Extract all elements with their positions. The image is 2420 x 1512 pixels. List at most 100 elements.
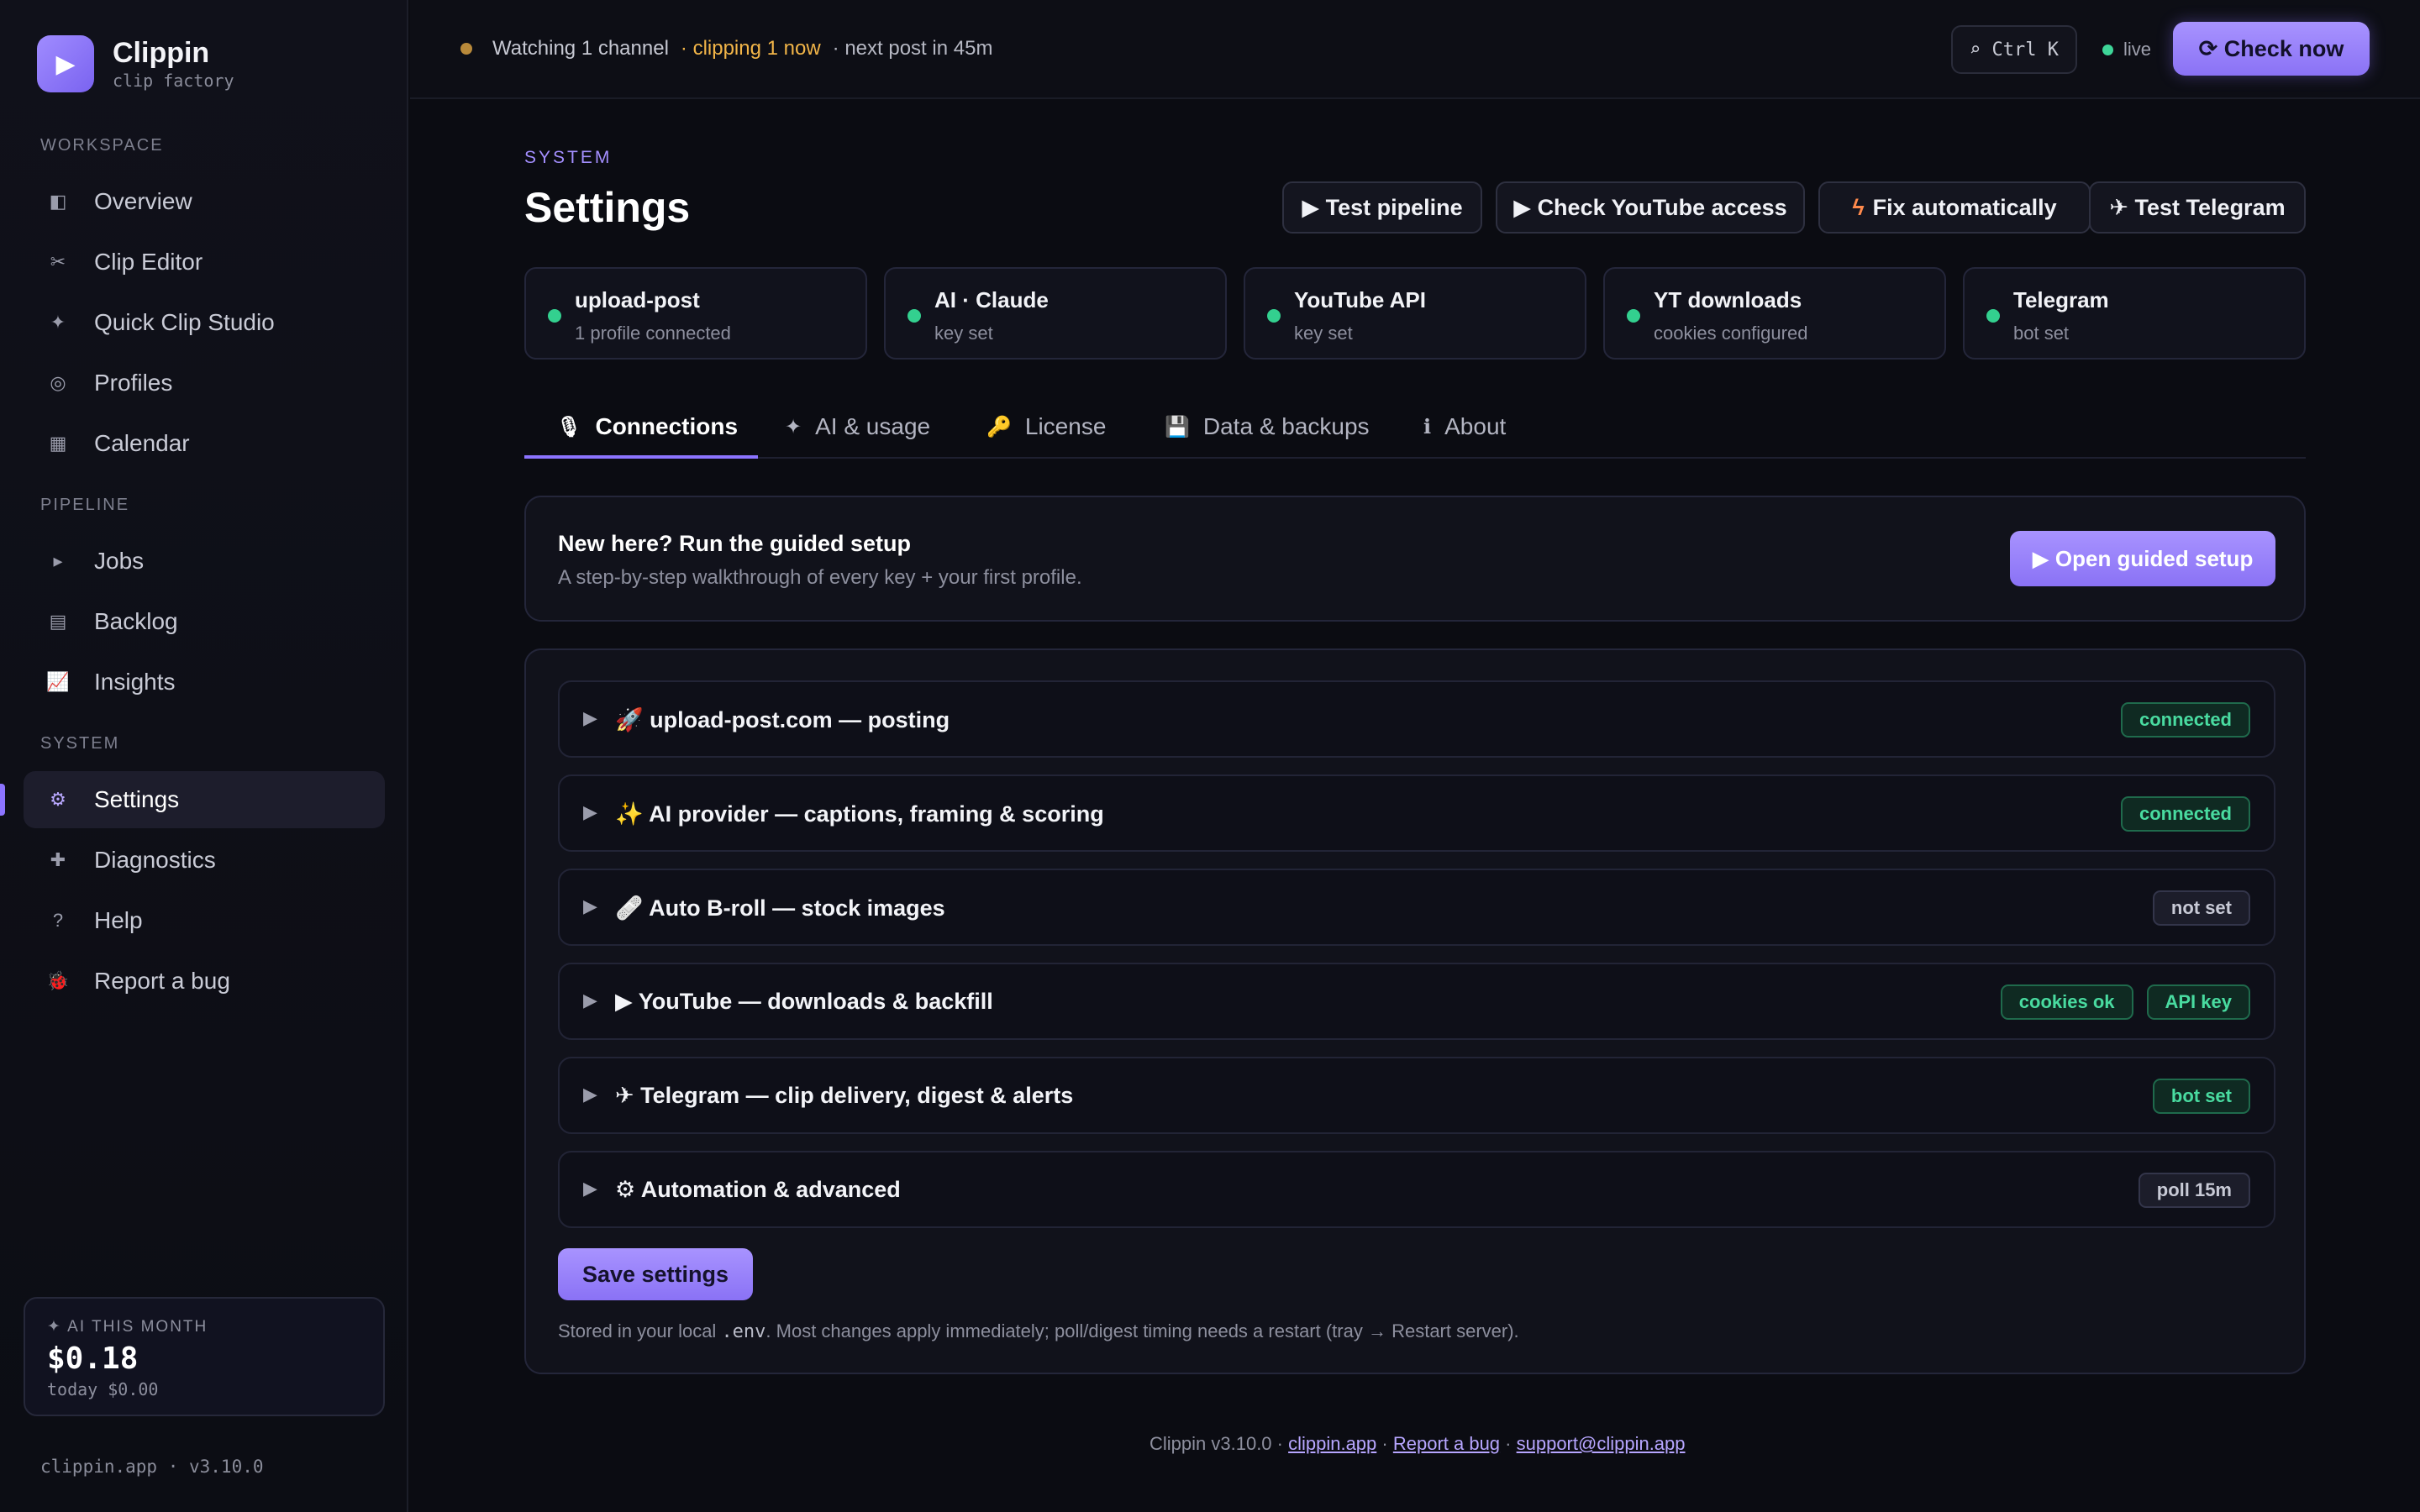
ai-usage-card[interactable]: ✦ AI THIS MONTH $0.18 today $0.00 (24, 1297, 385, 1416)
tab-label: About (1444, 413, 1507, 439)
play-small-icon: ▸ (53, 550, 63, 571)
status-badge: connected (2120, 702, 2250, 738)
watching-text: Watching 1 channel (492, 37, 669, 60)
status-badge: cookies ok (2000, 984, 2133, 1020)
sidebar-item-label: Calendar (94, 430, 190, 456)
profile-icon: ◎ (50, 372, 66, 393)
nav-section-pipeline: PIPELINE (40, 496, 130, 514)
sidebar-item-label: Insights (94, 669, 176, 695)
sidebar-item-help[interactable]: ? Help (24, 892, 385, 949)
page-footer: Clippin v3.10.0 · clippin.app · Report a… (1150, 1433, 1686, 1455)
service-status: bot set (2013, 323, 2070, 344)
status-dot (460, 43, 472, 55)
check-youtube-button[interactable]: ▶ Check YouTube access (1496, 181, 1805, 234)
storage-note: Stored in your local .env. Most changes … (558, 1320, 1519, 1342)
footer-report-bug-link[interactable]: Report a bug (1393, 1433, 1500, 1454)
list-icon: ▤ (49, 611, 67, 632)
service-status: key set (934, 323, 993, 344)
section-title: 🩹 Auto B-roll — stock images (615, 895, 945, 921)
brand[interactable]: ▶ Clippin clip factory (37, 35, 234, 92)
sidebar-item-overview[interactable]: ◧ Overview (24, 173, 385, 230)
sidebar-item-settings[interactable]: ⚙ Settings (24, 771, 385, 828)
test-telegram-button[interactable]: ✈ Test Telegram (2089, 181, 2306, 234)
tab-data-backups[interactable]: 💾 Data & backups (1165, 395, 1370, 459)
tab-label: Data & backups (1202, 413, 1370, 439)
section-title: ⚙ Automation & advanced (615, 1177, 901, 1202)
sidebar-item-profiles[interactable]: ◎ Profiles (24, 354, 385, 412)
footer-site-link[interactable]: clippin.app (1288, 1433, 1376, 1454)
section-telegram[interactable]: ▶ ✈ Telegram — clip delivery, digest & a… (558, 1057, 2275, 1134)
section-automation[interactable]: ▶ ⚙ Automation & advanced poll 15m (558, 1151, 2275, 1228)
footer-separator: · (1500, 1433, 1517, 1454)
section-title: ▶ YouTube — downloads & backfill (615, 989, 993, 1014)
expand-arrow-icon: ▶ (583, 1178, 597, 1199)
guided-setup-title: New here? Run the guided setup (558, 531, 912, 556)
sidebar-item-label: Jobs (94, 548, 145, 574)
service-title: Telegram (2013, 287, 2109, 312)
chart-icon: 📈 (46, 671, 70, 692)
sidebar-item-calendar[interactable]: ▦ Calendar (24, 415, 385, 472)
watch-status: Watching 1 channel · clipping 1 now · ne… (460, 37, 992, 60)
save-settings-button[interactable]: Save settings (558, 1248, 753, 1300)
help-icon: ? (52, 910, 64, 931)
page-title: Settings (524, 184, 691, 231)
service-card-ai[interactable]: AI · Claude key set (884, 267, 1227, 360)
expand-arrow-icon: ▶ (583, 1084, 597, 1105)
section-youtube[interactable]: ▶ ▶ YouTube — downloads & backfill cooki… (558, 963, 2275, 1040)
test-pipeline-button[interactable]: ▶ Test pipeline (1282, 181, 1482, 234)
sidebar-item-label: Diagnostics (94, 847, 216, 873)
sidebar-footer: clippin.app · v3.10.0 (40, 1457, 264, 1477)
tab-connections[interactable]: 🎙 Connections (556, 395, 738, 459)
sidebar-item-quick-clip-studio[interactable]: ✦ Quick Clip Studio (24, 294, 385, 351)
bolt-icon: ϟ (1852, 194, 1865, 220)
service-title: YT downloads (1654, 287, 1802, 312)
sidebar-item-label: Settings (94, 786, 180, 812)
command-palette-button[interactable]: ⌕ Ctrl K (1951, 25, 2077, 74)
sidebar-item-insights[interactable]: 📈 Insights (24, 654, 385, 711)
brand-name: Clippin (113, 37, 210, 69)
section-title: ✈ Telegram — clip delivery, digest & ale… (615, 1083, 1074, 1108)
status-badge: bot set (2152, 1079, 2250, 1114)
service-card-yt-downloads[interactable]: YT downloads cookies configured (1603, 267, 1946, 360)
tab-about[interactable]: ℹ About (1423, 395, 1506, 459)
service-card-youtube-api[interactable]: YouTube API key set (1244, 267, 1586, 360)
clipping-text: · clipping 1 now (680, 37, 821, 60)
sidebar-item-report-bug[interactable]: 🐞 Report a bug (24, 953, 385, 1010)
tab-label: AI & usage (815, 413, 931, 439)
sidebar-item-diagnostics[interactable]: ✚ Diagnostics (24, 832, 385, 889)
sidebar-item-label: Overview (94, 188, 192, 214)
nav-section-system: SYSTEM (40, 734, 120, 753)
fix-automatically-button[interactable]: ϟ Fix automatically (1818, 181, 2091, 234)
service-status: key set (1294, 323, 1353, 344)
status-dot (548, 309, 561, 323)
sidebar-item-label: Clip Editor (94, 249, 203, 275)
footer-support-email-link[interactable]: support@clippin.app (1517, 1433, 1686, 1454)
tab-ai-usage[interactable]: ✦ AI & usage (785, 395, 930, 459)
calendar-icon: ▦ (49, 433, 67, 454)
service-title: AI · Claude (934, 287, 1049, 312)
status-badge: poll 15m (2138, 1173, 2250, 1208)
section-upload-post[interactable]: ▶ 🚀 upload-post.com — posting connected (558, 680, 2275, 758)
sidebar-item-backlog[interactable]: ▤ Backlog (24, 593, 385, 650)
microphone-icon: 🎙 (556, 415, 582, 438)
tab-license[interactable]: 🔑 License (986, 395, 1106, 459)
next-post-text: · next post in 45m (832, 37, 993, 60)
section-auto-broll[interactable]: ▶ 🩹 Auto B-roll — stock images not set (558, 869, 2275, 946)
guided-setup-card: New here? Run the guided setup A step-by… (524, 496, 2306, 622)
sparkle-icon: ✦ (785, 415, 802, 438)
connections-panel: ▶ 🚀 upload-post.com — posting connected … (524, 648, 2306, 1374)
sidebar-item-clip-editor[interactable]: ✂ Clip Editor (24, 234, 385, 291)
service-status: cookies configured (1654, 323, 1808, 344)
open-guided-setup-button[interactable]: ▶ Open guided setup (2010, 531, 2275, 586)
expand-arrow-icon: ▶ (583, 895, 597, 916)
info-icon: ℹ (1423, 415, 1432, 438)
sidebar-item-jobs[interactable]: ▸ Jobs (24, 533, 385, 590)
scissors-icon: ✂ (50, 251, 66, 272)
status-dot (908, 309, 921, 323)
check-now-button[interactable]: ⟳ Check now (2173, 22, 2370, 76)
service-card-telegram[interactable]: Telegram bot set (1963, 267, 2306, 360)
brand-subtitle: clip factory (113, 71, 234, 91)
sidebar: ▶ Clippin clip factory WORKSPACE ◧ Overvi… (0, 0, 408, 1512)
service-card-upload-post[interactable]: upload-post 1 profile connected (524, 267, 867, 360)
section-ai-provider[interactable]: ▶ ✨ AI provider — captions, framing & sc… (558, 774, 2275, 852)
